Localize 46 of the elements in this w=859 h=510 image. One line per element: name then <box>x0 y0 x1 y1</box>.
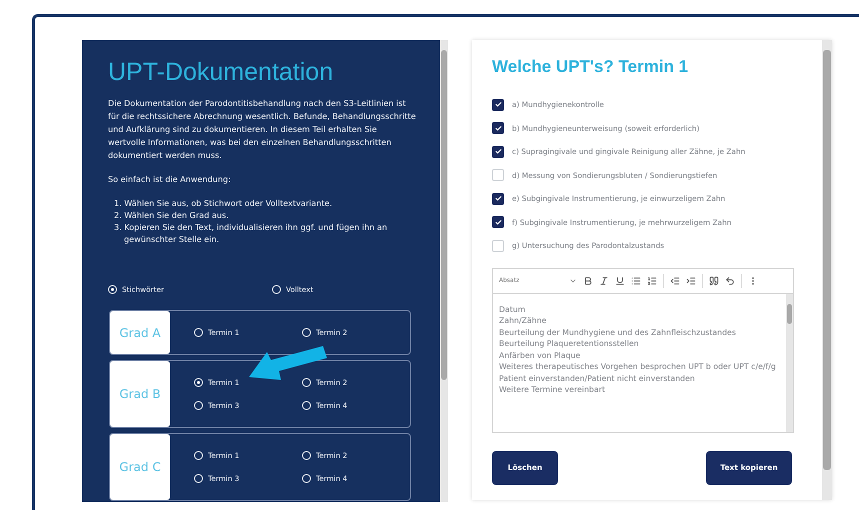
radio-circle[interactable] <box>302 451 311 460</box>
radio-circle[interactable] <box>194 474 203 483</box>
scrollbar[interactable] <box>440 40 448 502</box>
radio-circle[interactable] <box>302 474 311 483</box>
checkbox[interactable] <box>492 122 504 134</box>
numbered-list-icon[interactable] <box>647 276 657 286</box>
check-icon <box>494 195 502 202</box>
instruction-step: 1. Wählen Sie aus, ob Stichwort oder Volltextvariante. <box>114 197 416 209</box>
radio-circle[interactable] <box>194 328 203 337</box>
panel-title: UPT-Dokumentation <box>108 58 334 87</box>
grade-label: Grad C <box>110 434 170 500</box>
check-icon <box>494 101 502 108</box>
intro-text: Die Dokumentation der Parodontitisbehandlung nach den S3-Leitlinien ist für die rechtssichere Abrechnung wesentlich. Befunde, Behandlungsschritte und Aufklärung sind zu dokumentieren. In diesem Teil erhalten Sie wertvolle Informationen, was bei den einzelnen Behandlungsschritten dokumentiert werden muss. <box>108 97 416 162</box>
arrow-icon <box>249 346 327 380</box>
radio-circle[interactable] <box>194 451 203 460</box>
instruction-step: 3. Kopieren Sie den Text, individualisieren ihn ggf. und fügen ihn an gewünschter Stelle ein. <box>114 221 416 245</box>
scrollbar[interactable] <box>786 294 793 432</box>
radio-circle[interactable] <box>272 285 281 294</box>
italic-icon[interactable] <box>599 276 609 286</box>
checkbox[interactable] <box>492 146 504 158</box>
radio-circle[interactable] <box>194 401 203 410</box>
bold-icon[interactable] <box>583 276 593 286</box>
quote-icon[interactable] <box>709 276 719 286</box>
check-icon <box>494 148 502 156</box>
scrollbar[interactable] <box>822 40 832 500</box>
bullet-list-icon[interactable] <box>631 276 641 286</box>
undo-icon[interactable] <box>725 276 735 286</box>
usage-heading: So einfach ist die Anwendung: <box>108 173 232 186</box>
radio-circle[interactable] <box>194 378 203 387</box>
radio-circle[interactable] <box>302 401 311 410</box>
radio-circle[interactable] <box>302 328 311 337</box>
grade-label: Grad A <box>110 311 170 354</box>
checkbox[interactable] <box>492 98 504 111</box>
indent-icon[interactable] <box>686 276 696 286</box>
underline-icon[interactable] <box>615 276 625 286</box>
grade-label: Grad B <box>110 361 170 427</box>
panel-title: Welche UPT's? Termin 1 <box>492 57 690 77</box>
checkbox[interactable] <box>492 216 504 228</box>
radio-circle[interactable] <box>302 378 311 387</box>
instruction-step: 2. Wählen Sie den Grad aus. <box>114 209 416 221</box>
checkbox[interactable] <box>492 192 504 205</box>
outdent-icon[interactable] <box>670 276 680 286</box>
text-editor[interactable] <box>492 268 794 432</box>
radio-circle[interactable] <box>108 285 117 294</box>
check-icon <box>494 218 502 226</box>
check-icon <box>494 124 502 132</box>
